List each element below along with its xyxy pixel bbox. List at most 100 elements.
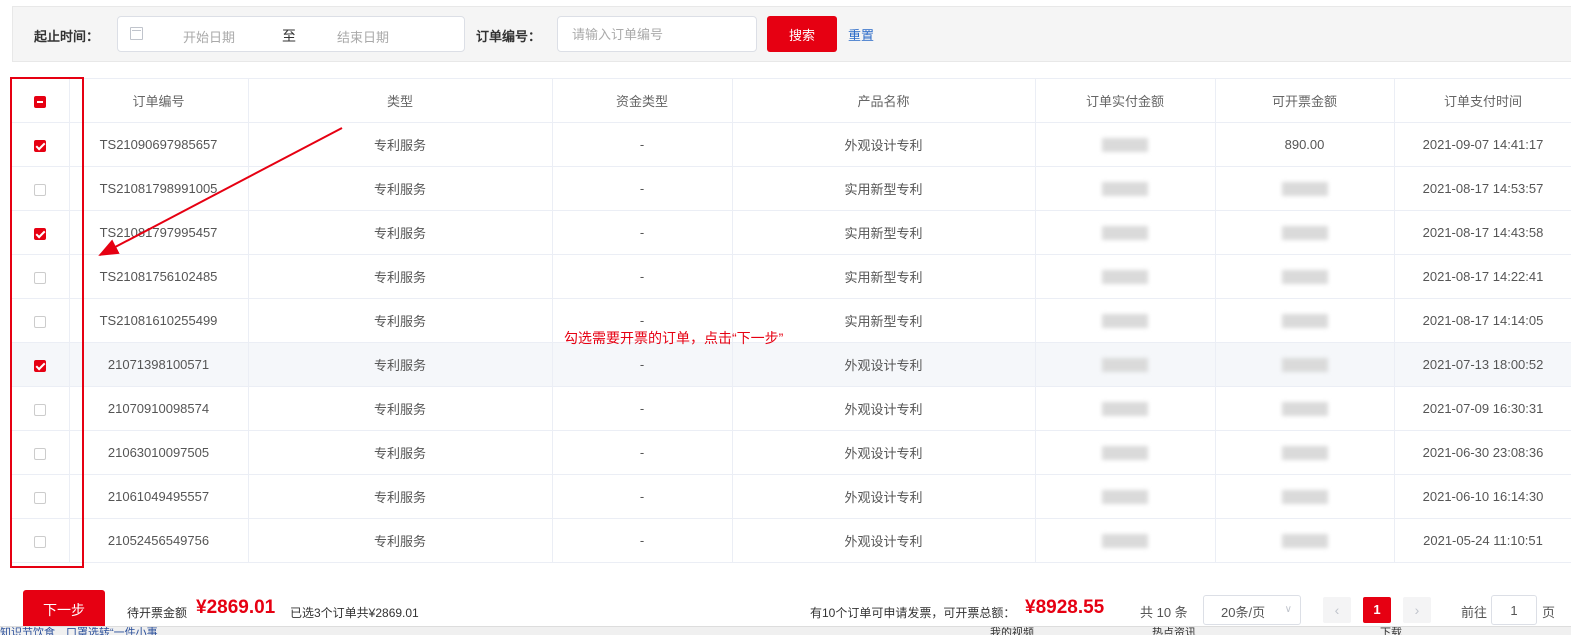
row-checkbox[interactable]: [34, 491, 47, 504]
row-checkbox[interactable]: [34, 359, 47, 372]
redacted-value: [1102, 138, 1148, 153]
row-select-cell[interactable]: [12, 518, 70, 563]
chevron-down-icon: ∨: [1284, 604, 1292, 615]
redacted-value: [1281, 446, 1328, 461]
fund-type-cell: -: [552, 254, 733, 299]
order-number-cell: 21071398100571: [69, 342, 249, 387]
redacted-value: [1281, 270, 1328, 285]
row-checkbox[interactable]: [34, 139, 47, 152]
order-number-cell: TS21081756102485: [69, 254, 249, 299]
invoice-amount-cell: [1215, 298, 1395, 343]
page-size-select[interactable]: 20条/页 ∨: [1203, 595, 1301, 625]
product-name-cell: 实用新型专利: [732, 254, 1036, 299]
table-row[interactable]: TS21081798991005 专利服务 - 实用新型专利 2021-08-17 14…: [12, 166, 1571, 211]
table-row[interactable]: TS21081610255499 专利服务 - 实用新型专利 2021-08-17 14…: [12, 298, 1571, 343]
paid-amount-cell: [1035, 122, 1216, 167]
paid-amount-cell: [1035, 430, 1216, 475]
type-cell: 专利服务: [248, 210, 553, 255]
fund-type-cell: -: [552, 210, 733, 255]
row-checkbox[interactable]: [34, 183, 47, 196]
annotation-text: 勾选需要开票的订单，点击“下一步”: [564, 330, 784, 346]
order-number-cell: 21070910098574: [69, 386, 249, 431]
product-name-cell: 实用新型专利: [732, 166, 1036, 211]
end-date-placeholder[interactable]: 结束日期: [337, 27, 389, 46]
table-row[interactable]: TS21081756102485 专利服务 - 实用新型专利 2021-08-17 14…: [12, 254, 1571, 299]
redacted-value: [1102, 490, 1148, 505]
date-range-picker[interactable]: 开始日期 至 结束日期: [117, 16, 465, 52]
column-header: 资金类型: [552, 78, 733, 123]
table-row[interactable]: 21063010097505 专利服务 - 外观设计专利 2021-06-30 23:0…: [12, 430, 1571, 475]
row-select-cell[interactable]: [12, 254, 70, 299]
row-select-cell[interactable]: [12, 210, 70, 255]
prev-page-button[interactable]: ‹: [1323, 597, 1351, 623]
row-checkbox[interactable]: [34, 403, 47, 416]
redacted-value: [1102, 182, 1148, 197]
table-row[interactable]: 21061049495557 专利服务 - 外观设计专利 2021-06-10 16:1…: [12, 474, 1571, 519]
column-header: 订单支付时间: [1394, 78, 1571, 123]
search-button[interactable]: 搜索: [767, 16, 837, 52]
row-checkbox[interactable]: [34, 447, 47, 460]
row-select-cell[interactable]: [12, 298, 70, 343]
type-cell: 专利服务: [248, 474, 553, 519]
product-name-cell: 外观设计专利: [732, 122, 1036, 167]
table-row[interactable]: 21052456549756 专利服务 - 外观设计专利 2021-05-24 11:1…: [12, 518, 1571, 563]
type-cell: 专利服务: [248, 430, 553, 475]
select-all-checkbox[interactable]: [34, 95, 47, 108]
pay-time-cell: 2021-08-17 14:14:05: [1394, 298, 1571, 343]
pending-amount-value: ¥2869.01: [196, 597, 276, 618]
table-header-row: 订单编号 类型 资金类型 产品名称 订单实付金额 可开票金额 订单支付时间: [12, 78, 1571, 123]
select-all-cell[interactable]: [12, 78, 70, 123]
redacted-value: [1102, 534, 1148, 549]
order-number-input[interactable]: [557, 16, 757, 52]
column-header: 订单编号: [69, 78, 249, 123]
paid-amount-cell: [1035, 254, 1216, 299]
pay-time-cell: 2021-06-30 23:08:36: [1394, 430, 1571, 475]
next-step-button[interactable]: 下一步: [23, 590, 105, 630]
product-name-cell: 外观设计专利: [732, 518, 1036, 563]
footer-bar: 下一步 待开票金额 ¥2869.01 已选3个订单共¥2869.01 有10个订…: [0, 588, 1571, 630]
column-header: 可开票金额: [1215, 78, 1395, 123]
row-select-cell[interactable]: [12, 386, 70, 431]
table-row[interactable]: TS21081797995457 专利服务 - 实用新型专利 2021-08-17 14…: [12, 210, 1571, 255]
row-checkbox[interactable]: [34, 227, 47, 240]
page-size-value: 20条/页: [1221, 605, 1266, 620]
start-date-placeholder[interactable]: 开始日期: [183, 27, 235, 46]
type-cell: 专利服务: [248, 122, 553, 167]
reset-link[interactable]: 重置: [848, 25, 874, 44]
row-checkbox[interactable]: [34, 271, 47, 284]
redacted-value: [1281, 402, 1328, 417]
paid-amount-cell: [1035, 166, 1216, 211]
paid-amount-cell: [1035, 518, 1216, 563]
pay-time-cell: 2021-08-17 14:43:58: [1394, 210, 1571, 255]
order-number-cell: TS21090697985657: [69, 122, 249, 167]
fund-type-cell: -: [552, 474, 733, 519]
invoice-amount-cell: 890.00: [1215, 122, 1395, 167]
row-select-cell[interactable]: [12, 122, 70, 167]
row-select-cell[interactable]: [12, 430, 70, 475]
table-row[interactable]: TS21090697985657 专利服务 - 外观设计专利 890.00 2021-09…: [12, 122, 1571, 167]
product-name-cell: 实用新型专利: [732, 210, 1036, 255]
table-row[interactable]: 21070910098574 专利服务 - 外观设计专利 2021-07-09 16:3…: [12, 386, 1571, 431]
pay-time-cell: 2021-05-24 11:10:51: [1394, 518, 1571, 563]
redacted-value: [1102, 226, 1148, 241]
row-checkbox[interactable]: [34, 535, 47, 548]
redacted-value: [1281, 534, 1328, 549]
order-number-cell: 21063010097505: [69, 430, 249, 475]
redacted-value: [1102, 314, 1148, 329]
row-select-cell[interactable]: [12, 166, 70, 211]
row-checkbox[interactable]: [34, 315, 47, 328]
column-header: 类型: [248, 78, 553, 123]
goto-page-input[interactable]: [1491, 595, 1537, 625]
next-page-button[interactable]: ›: [1403, 597, 1431, 623]
table-row[interactable]: 21071398100571 专利服务 - 外观设计专利 2021-07-13 18:0…: [12, 342, 1571, 387]
fund-type-cell: -: [552, 518, 733, 563]
pay-time-cell: 2021-09-07 14:41:17: [1394, 122, 1571, 167]
pay-time-cell: 2021-06-10 16:14:30: [1394, 474, 1571, 519]
redacted-value: [1281, 226, 1328, 241]
order-number-cell: TS21081610255499: [69, 298, 249, 343]
row-select-cell[interactable]: [12, 342, 70, 387]
orders-table: 订单编号 类型 资金类型 产品名称 订单实付金额 可开票金额 订单支付时间 TS…: [12, 78, 1571, 563]
row-select-cell[interactable]: [12, 474, 70, 519]
page-number-current[interactable]: 1: [1363, 597, 1391, 623]
fund-type-cell: -: [552, 342, 733, 387]
